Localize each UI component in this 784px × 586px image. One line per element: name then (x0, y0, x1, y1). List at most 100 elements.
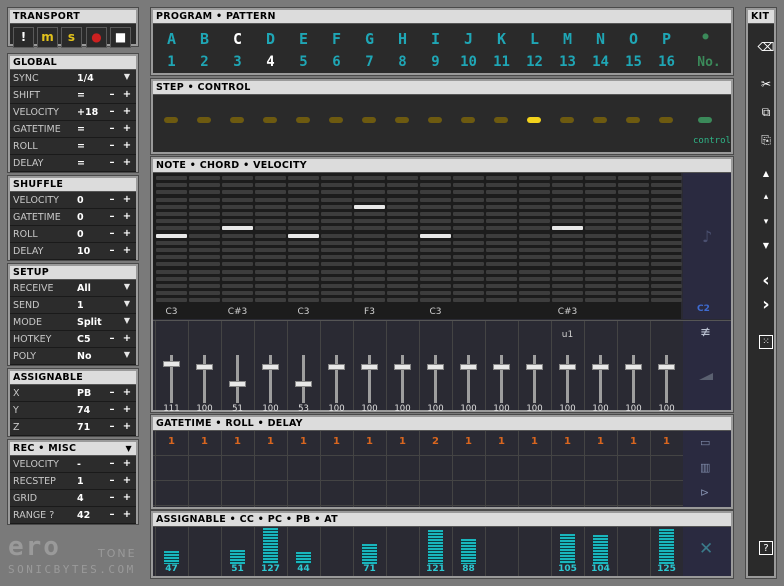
pattern-5[interactable]: 5 (287, 54, 320, 70)
program-b[interactable]: B (188, 30, 221, 48)
cc-bar[interactable] (296, 552, 311, 564)
pattern-12[interactable]: 12 (518, 54, 551, 70)
cc-bar[interactable] (230, 550, 245, 564)
pattern-4[interactable]: 4 (254, 54, 287, 70)
step-led-16[interactable] (659, 117, 673, 123)
cc-bar[interactable] (593, 535, 608, 564)
program-c[interactable]: C (221, 30, 254, 48)
program-p[interactable]: P (650, 30, 683, 48)
gatetime-value-4[interactable]: 1 (254, 436, 287, 447)
param-value[interactable]: 1/4 (77, 73, 94, 84)
increment-button[interactable]: + (122, 492, 132, 503)
increment-button[interactable]: + (122, 475, 132, 486)
increment-button[interactable]: + (122, 140, 132, 151)
cc-bar[interactable] (428, 530, 443, 564)
note-column-15[interactable] (618, 173, 649, 304)
slider-thumb[interactable] (361, 364, 378, 371)
cc-column-15[interactable] (618, 527, 650, 576)
pattern-1[interactable]: 1 (155, 54, 188, 70)
pattern-9[interactable]: 9 (419, 54, 452, 70)
decrement-button[interactable]: – (107, 123, 117, 134)
param-value[interactable]: 1 (77, 300, 84, 311)
step-led-13[interactable] (560, 117, 574, 123)
step-led-7[interactable] (362, 117, 376, 123)
velocity-slider-13[interactable]: 100 (552, 325, 583, 414)
slider-thumb[interactable] (625, 364, 642, 371)
pattern-16[interactable]: 16 (650, 54, 683, 70)
note-column-9[interactable] (420, 173, 451, 304)
note-column-13[interactable] (552, 173, 583, 304)
slider-thumb[interactable] (262, 364, 279, 371)
pattern-15[interactable]: 15 (617, 54, 650, 70)
shift-up-icon[interactable]: ▲ (756, 165, 776, 183)
gatetime-value-9[interactable]: 2 (419, 436, 452, 447)
increment-button[interactable]: + (122, 89, 132, 100)
program-o[interactable]: O (617, 30, 650, 48)
slider-thumb[interactable] (163, 360, 180, 367)
step-led-3[interactable] (230, 117, 244, 123)
chevron-down-icon[interactable]: ▼ (122, 299, 132, 308)
velocity-slider-1[interactable]: 111 (156, 325, 187, 414)
control-led[interactable] (698, 117, 712, 123)
param-value[interactable]: = (77, 158, 85, 169)
gatetime-value-13[interactable]: 1 (551, 436, 584, 447)
gatetime-value-1[interactable]: 1 (155, 436, 188, 447)
step-led-9[interactable] (428, 117, 442, 123)
program-n[interactable]: N (584, 30, 617, 48)
chord-edit-icon[interactable]: ≢ (700, 325, 711, 340)
velocity-slider-4[interactable]: 100 (255, 325, 286, 414)
decrement-button[interactable]: – (107, 458, 117, 469)
velocity-slider-2[interactable]: 100 (189, 325, 220, 414)
program-h[interactable]: H (386, 30, 419, 48)
paste-icon[interactable]: ⎘ (756, 131, 776, 149)
increment-button[interactable]: + (122, 106, 132, 117)
param-value[interactable]: = (77, 141, 85, 152)
slider-thumb[interactable] (328, 364, 345, 371)
note-column-8[interactable] (387, 173, 418, 304)
velocity-slider-11[interactable]: 100 (486, 325, 517, 414)
shift-left-icon[interactable]: ‹ (756, 272, 776, 290)
program-m[interactable]: M (551, 30, 584, 48)
gatetime-value-7[interactable]: 1 (353, 436, 386, 447)
delay-icon[interactable]: ⊳ (700, 486, 709, 499)
cc-column-8[interactable] (387, 527, 419, 576)
gatetime-value-3[interactable]: 1 (221, 436, 254, 447)
gatetime-icon[interactable]: ▭ (700, 436, 710, 449)
step-led-2[interactable] (197, 117, 211, 123)
trash-icon[interactable]: ⌫ (756, 38, 776, 56)
param-value[interactable]: 74 (77, 405, 90, 416)
seq-s-button[interactable]: s (61, 27, 82, 48)
decrement-button[interactable]: – (107, 404, 117, 415)
cc-bar[interactable] (164, 551, 179, 564)
pattern-13[interactable]: 13 (551, 54, 584, 70)
param-value[interactable]: 0 (77, 212, 84, 223)
velocity-slider-5[interactable]: 53 (288, 325, 319, 414)
note-column-7[interactable] (354, 173, 385, 304)
step-led-1[interactable] (164, 117, 178, 123)
increment-button[interactable]: + (122, 157, 132, 168)
gatetime-value-15[interactable]: 1 (617, 436, 650, 447)
decrement-button[interactable]: – (107, 89, 117, 100)
param-value[interactable]: = (77, 124, 85, 135)
increment-button[interactable]: + (122, 123, 132, 134)
note-column-1[interactable] (156, 173, 187, 304)
increment-button[interactable]: + (122, 387, 132, 398)
seq-m-button[interactable]: m (37, 27, 58, 48)
param-value[interactable]: 0 (77, 229, 84, 240)
decrement-button[interactable]: – (107, 421, 117, 432)
program-g[interactable]: G (353, 30, 386, 48)
gatetime-value-5[interactable]: 1 (287, 436, 320, 447)
velocity-slider-15[interactable]: 100 (618, 325, 649, 414)
step-led-14[interactable] (593, 117, 607, 123)
velocity-slider-12[interactable]: 100 (519, 325, 550, 414)
gatetime-value-12[interactable]: 1 (518, 436, 551, 447)
note-column-16[interactable] (651, 173, 682, 304)
shift-right-icon[interactable]: › (756, 296, 776, 314)
gatetime-value-16[interactable]: 1 (650, 436, 683, 447)
program-i[interactable]: I (419, 30, 452, 48)
shift-down-icon[interactable]: ▼ (756, 237, 776, 255)
velocity-slider-7[interactable]: 100 (354, 325, 385, 414)
pattern-2[interactable]: 2 (188, 54, 221, 70)
velocity-ramp-icon[interactable] (699, 373, 713, 380)
increment-button[interactable]: + (122, 458, 132, 469)
